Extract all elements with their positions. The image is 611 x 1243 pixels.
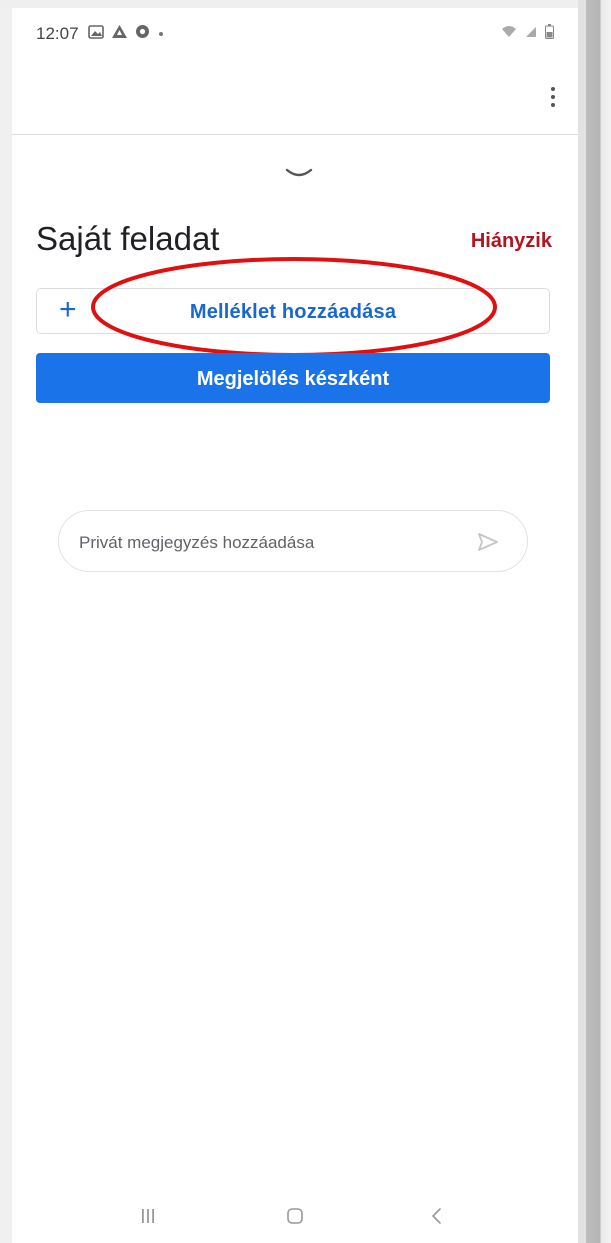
recent-apps-icon[interactable]	[140, 1207, 156, 1230]
more-vert-icon-dot-2	[551, 95, 555, 99]
screenshot-border-right	[578, 0, 611, 1243]
more-options-button[interactable]	[538, 80, 568, 114]
home-icon[interactable]	[286, 1207, 304, 1230]
mark-as-done-button[interactable]: Megjelölés készként	[36, 353, 550, 403]
status-bar: 12:07	[12, 8, 578, 58]
wifi-icon	[501, 25, 517, 43]
system-navigation-bar	[12, 1193, 578, 1243]
private-note-input[interactable]: Privát megjegyzés hozzáadása	[58, 510, 528, 572]
more-vert-icon-dot-3	[551, 103, 555, 107]
screenshot-border-top	[0, 0, 611, 8]
mark-as-done-label: Megjelölés készként	[196, 368, 390, 390]
phone-screen: 12:07 Saját feladat Hiányzik + Melléklet…	[12, 8, 578, 1243]
send-icon[interactable]	[477, 532, 499, 552]
private-note-placeholder: Privát megjegyzés hozzáadása	[79, 533, 315, 552]
battery-icon	[545, 24, 554, 44]
gallery-icon	[88, 24, 104, 44]
status-time: 12:07	[36, 24, 79, 43]
task-status-badge: Hiányzik	[470, 230, 552, 252]
status-icons-left	[88, 24, 165, 44]
status-icons-right	[501, 24, 554, 44]
more-vert-icon	[551, 87, 555, 91]
back-icon[interactable]	[430, 1207, 444, 1230]
chrome-icon	[135, 24, 150, 44]
collapse-chevron-icon[interactable]	[284, 166, 314, 182]
app-toolbar	[12, 58, 578, 135]
add-attachment-button[interactable]: + Melléklet hozzáadása	[36, 288, 550, 334]
drive-icon	[111, 24, 128, 44]
notification-dot-icon	[157, 25, 165, 43]
task-title: Saját feladat	[36, 220, 220, 257]
add-attachment-label: Melléklet hozzáadása	[189, 301, 397, 323]
signal-icon	[525, 25, 537, 43]
